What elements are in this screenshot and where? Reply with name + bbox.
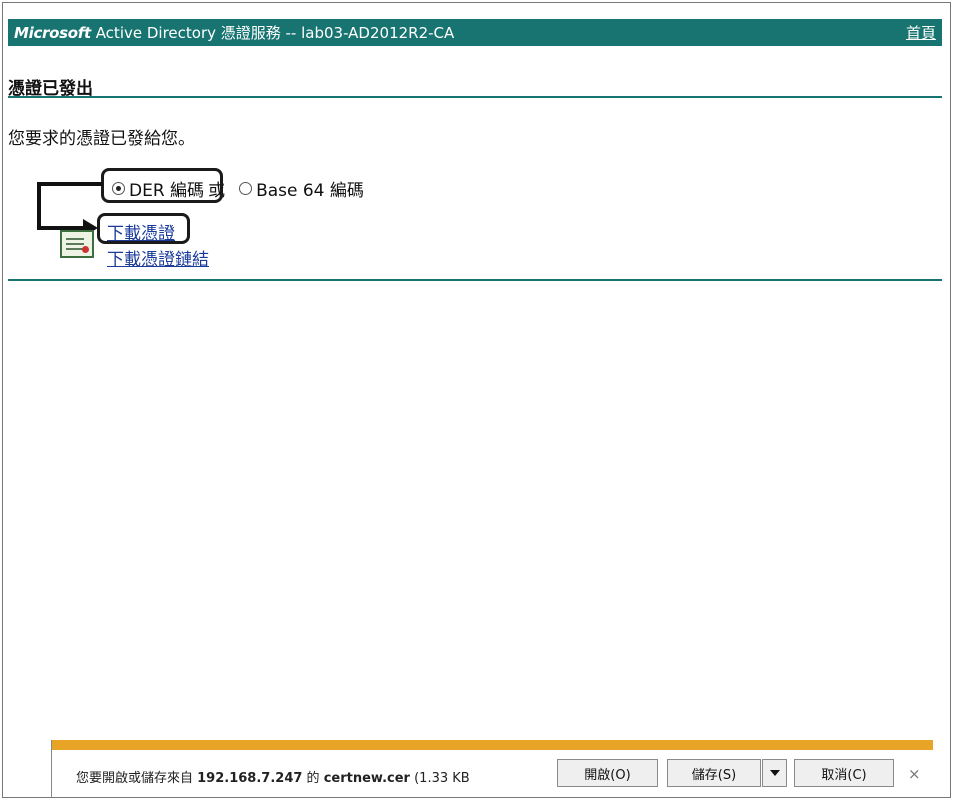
notification-filename: certnew.cer: [323, 771, 410, 786]
download-cert-link[interactable]: 下載憑證: [107, 219, 175, 244]
save-button[interactable]: 儲存(S): [667, 759, 761, 787]
issued-message: 您要求的憑證已發給您。: [8, 129, 195, 149]
base64-label[interactable]: Base 64 編碼: [256, 176, 364, 201]
open-button[interactable]: 開啟(O): [557, 759, 658, 787]
download-notification-bar: 您要開啟或儲存來自 192.168.7.247 的 certnew.cer (1…: [51, 740, 933, 798]
certificate-icon: [60, 230, 94, 258]
callout-arrow-line-top: [37, 182, 103, 186]
notification-middle: 的: [302, 771, 324, 786]
notification-prefix: 您要開啟或儲存來自: [76, 771, 198, 786]
download-chain-link[interactable]: 下載憑證鏈結: [107, 245, 209, 270]
brand-label: Microsoft: [14, 24, 91, 42]
chevron-down-icon: [769, 770, 780, 776]
title-divider: [8, 96, 942, 98]
header-title-group: Microsoft Active Directory 憑證服務 -- lab03…: [14, 22, 454, 43]
notification-text: 您要開啟或儲存來自 192.168.7.247 的 certnew.cer (1…: [76, 767, 470, 786]
notification-host: 192.168.7.247: [197, 771, 303, 786]
save-dropdown-button[interactable]: [762, 759, 787, 787]
header-title: Active Directory 憑證服務 -- lab03-AD2012R2-…: [95, 24, 455, 42]
der-callout-box: [101, 168, 223, 203]
cancel-button[interactable]: 取消(C): [794, 759, 894, 787]
home-link[interactable]: 首頁: [906, 22, 936, 43]
callout-arrow-line-vertical: [37, 182, 41, 230]
notification-accent-bar: [52, 740, 933, 750]
notification-size: (1.33 KB: [409, 771, 470, 786]
base64-radio[interactable]: [239, 182, 253, 195]
header-bar: Microsoft Active Directory 憑證服務 -- lab03…: [8, 19, 942, 46]
browser-frame: [2, 2, 951, 798]
bottom-divider: [8, 279, 942, 281]
close-icon[interactable]: ×: [908, 765, 921, 783]
